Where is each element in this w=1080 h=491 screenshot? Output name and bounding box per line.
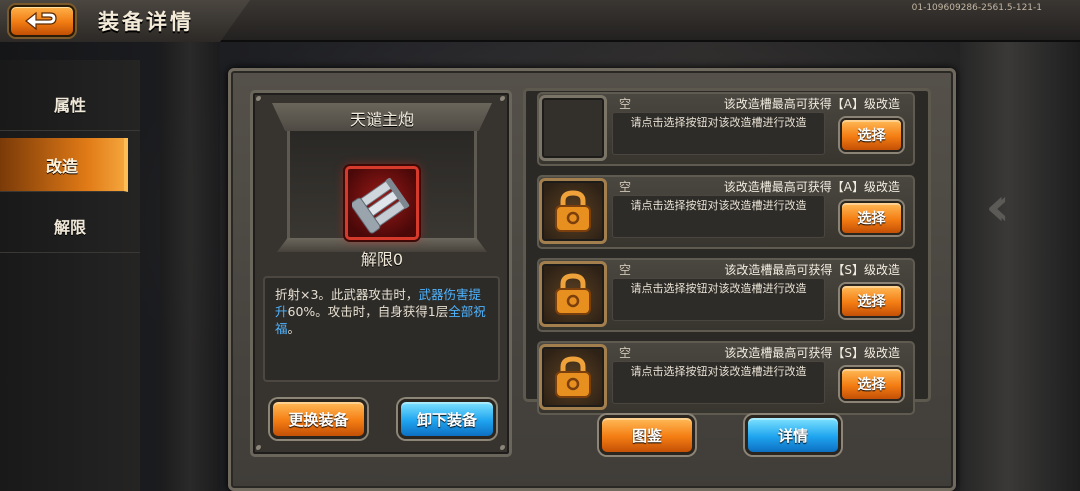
- slot-grade-text: 该改造槽最高可获得【A】级改造: [723, 97, 900, 111]
- slot-lock[interactable]: [539, 344, 607, 410]
- top-bar: 装备详情 01-109609286-2561.5-121-1: [0, 0, 1080, 42]
- slot-grade-text: 该改造槽最高可获得【A】级改造: [723, 180, 900, 194]
- select-button[interactable]: 选择: [840, 201, 903, 235]
- rivet: [256, 445, 262, 451]
- slot-status: 空: [619, 346, 632, 360]
- select-button[interactable]: 选择: [840, 367, 903, 401]
- lock-icon: [555, 356, 591, 398]
- slot-hint: 请点击选择按钮对该改造槽进行改造: [630, 116, 807, 129]
- nav-item-attributes[interactable]: 属性: [0, 77, 140, 131]
- slot-lock[interactable]: [539, 178, 607, 244]
- unequip-button[interactable]: 卸下装备: [398, 399, 496, 439]
- cannon-icon: [352, 177, 410, 234]
- nav-item-modify[interactable]: 改造: [0, 138, 128, 192]
- background-pillar-right: [960, 30, 1080, 491]
- slot-status: 空: [619, 180, 632, 194]
- weapon-icon[interactable]: [345, 166, 419, 240]
- equipment-description: 折射×3。此武器攻击时，武器伤害提升60%。攻击时，自身获得1层全部祝福。: [263, 276, 500, 382]
- slot-hint: 请点击选择按钮对该改造槽进行改造: [630, 282, 807, 295]
- slot-status: 空: [619, 97, 632, 111]
- side-nav: 属性 改造 解限: [0, 60, 140, 491]
- lock-icon: [555, 190, 591, 232]
- lock-icon: [555, 273, 591, 315]
- back-button[interactable]: [9, 5, 75, 37]
- back-arrow-icon: [25, 11, 57, 31]
- description-text: 60%。攻击时，自身获得1层: [287, 304, 449, 319]
- description-text: 。: [287, 321, 301, 336]
- page-title: 装备详情: [98, 10, 194, 34]
- slot-empty-icon[interactable]: [539, 95, 607, 161]
- unlock-level-label: 解限0: [360, 250, 404, 269]
- detail-button[interactable]: 详情: [745, 415, 841, 455]
- slot-hint: 请点击选择按钮对该改造槽进行改造: [630, 365, 807, 378]
- background-pillar-left: [160, 40, 220, 491]
- select-button[interactable]: 选择: [840, 284, 903, 318]
- rivet: [500, 445, 506, 451]
- background-chevron-icon: ‹‹: [985, 175, 1011, 238]
- slot-hint: 请点击选择按钮对该改造槽进行改造: [630, 199, 807, 212]
- rivet: [500, 96, 506, 102]
- equipment-name: 天谴主炮: [349, 110, 414, 129]
- slot-status: 空: [619, 263, 632, 277]
- nav-item-unlock[interactable]: 解限: [0, 199, 140, 253]
- slot-grade-text: 该改造槽最高可获得【S】级改造: [724, 346, 900, 360]
- version-label: 01-109609286-2561.5-121-1: [911, 3, 1042, 13]
- select-button[interactable]: 选择: [840, 118, 903, 152]
- description-text: 折射×3。此武器攻击时，: [275, 287, 419, 302]
- slot-grade-text: 该改造槽最高可获得【S】级改造: [724, 263, 900, 277]
- rivet: [256, 96, 262, 102]
- replace-equipment-button[interactable]: 更换装备: [270, 399, 367, 439]
- codex-button[interactable]: 图鉴: [599, 415, 695, 455]
- slot-lock[interactable]: [539, 261, 607, 327]
